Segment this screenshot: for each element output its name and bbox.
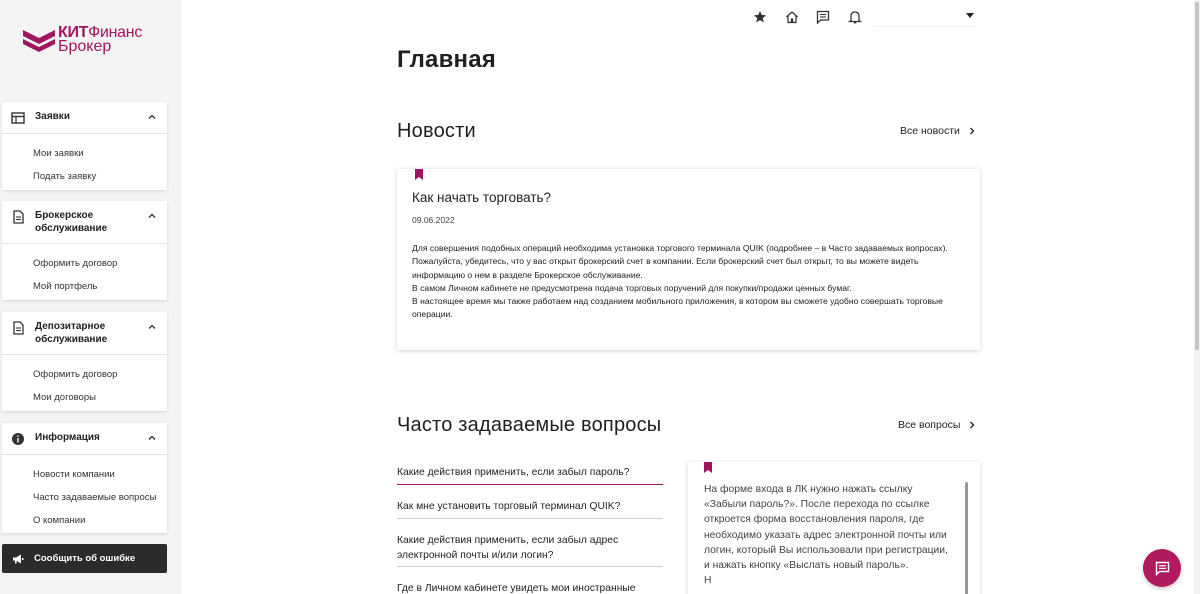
sidebar-group-title: Информация bbox=[35, 432, 100, 443]
sidebar-item-my-contracts[interactable]: Мои договоры bbox=[2, 386, 167, 409]
report-error-button[interactable]: Сообщить об ошибке bbox=[2, 544, 167, 573]
table-icon bbox=[11, 112, 25, 124]
sidebar-group-header-requests[interactable]: Заявки bbox=[2, 102, 167, 134]
page-title: Главная bbox=[397, 46, 497, 73]
all-news-link[interactable]: Все новости bbox=[900, 125, 976, 137]
star-icon[interactable] bbox=[753, 10, 767, 24]
brand-logo[interactable]: КИТФинанс Брокер bbox=[22, 22, 152, 58]
sidebar-group-requests: Заявки Мои заявки Подать заявку bbox=[2, 102, 167, 190]
account-select[interactable] bbox=[874, 7, 976, 27]
page-scrollbar-track[interactable] bbox=[1194, 0, 1200, 594]
news-heading: Новости bbox=[397, 120, 476, 142]
bell-icon[interactable] bbox=[848, 10, 862, 24]
chat-icon[interactable] bbox=[816, 10, 830, 24]
faq-question-forgot-email[interactable]: Какие действия применить, если забыл адр… bbox=[397, 534, 663, 567]
news-card[interactable]: Как начать торговать? 09.06.2022 Для сов… bbox=[397, 169, 980, 350]
faq-answer-tail: Н bbox=[704, 575, 712, 587]
home-icon[interactable] bbox=[785, 10, 799, 24]
faq-question-forgot-password[interactable]: Какие действия применить, если забыл пар… bbox=[397, 466, 663, 485]
chevron-up-icon[interactable] bbox=[147, 322, 157, 332]
support-chat-button[interactable] bbox=[1143, 549, 1181, 587]
chevron-up-icon[interactable] bbox=[147, 433, 157, 443]
faq-answer-text: На форме входа в ЛК нужно нажать ссылку … bbox=[704, 482, 954, 588]
logo-mark-icon bbox=[23, 30, 55, 52]
all-news-label: Все новости bbox=[900, 125, 960, 137]
sidebar-item-company-news[interactable]: Новости компании bbox=[2, 463, 167, 486]
sidebar-item-submit-request[interactable]: Подать заявку bbox=[2, 165, 167, 188]
report-error-label: Сообщить об ошибке bbox=[34, 553, 136, 564]
sidebar-item-my-portfolio[interactable]: Мой портфель bbox=[2, 275, 167, 298]
page-scrollbar-thumb[interactable] bbox=[1195, 2, 1199, 350]
sidebar-item-depository-contract[interactable]: Оформить договор bbox=[2, 363, 167, 386]
sidebar-group-title: Брокерское обслуживание bbox=[35, 210, 108, 234]
all-questions-label: Все вопросы bbox=[898, 419, 961, 431]
news-paragraph: В настоящее время мы также работаем над … bbox=[412, 296, 943, 320]
info-icon bbox=[12, 433, 24, 445]
chevron-up-icon[interactable] bbox=[147, 211, 157, 221]
chevron-up-icon[interactable] bbox=[147, 112, 157, 122]
news-paragraph: Для совершения подобных операций необход… bbox=[412, 243, 948, 253]
all-questions-link[interactable]: Все вопросы bbox=[898, 419, 976, 431]
chevron-right-icon bbox=[970, 421, 975, 429]
faq-answer-body: На форме входа в ЛК нужно нажать ссылку … bbox=[704, 484, 948, 572]
faq-heading: Часто задаваемые вопросы bbox=[397, 414, 662, 436]
sidebar-item-faq[interactable]: Часто задаваемые вопросы bbox=[2, 486, 167, 509]
sidebar-group-header-depository[interactable]: Депозитарное обслуживание bbox=[2, 312, 167, 355]
sidebar-group-information: Информация Новости компании Часто задава… bbox=[2, 423, 167, 533]
sidebar-item-my-requests[interactable]: Мои заявки bbox=[2, 142, 167, 165]
document-icon bbox=[13, 210, 24, 224]
caret-down-icon bbox=[966, 13, 974, 18]
sidebar-group-title: Заявки bbox=[35, 111, 70, 122]
document-icon bbox=[13, 321, 24, 335]
sidebar-item-brokerage-contract[interactable]: Оформить договор bbox=[2, 252, 167, 275]
sidebar-group-header-brokerage[interactable]: Брокерское обслуживание bbox=[2, 201, 167, 244]
faq-question-install-quik[interactable]: Как мне установить торговый терминал QUI… bbox=[397, 500, 663, 519]
chat-icon bbox=[1155, 561, 1169, 576]
sidebar-item-about[interactable]: О компании bbox=[2, 509, 167, 532]
sidebar: КИТФинанс Брокер Заявки Мои заявки Подат… bbox=[0, 0, 182, 594]
chevron-right-icon bbox=[969, 127, 975, 135]
faq-question-foreign[interactable]: Где в Личном кабинете увидеть мои иностр… bbox=[397, 582, 663, 594]
sidebar-group-brokerage: Брокерское обслуживание Оформить договор… bbox=[2, 201, 167, 300]
sidebar-group-title: Депозитарное обслуживание bbox=[35, 321, 108, 345]
news-paragraph: В самом Личном кабинете не предусмотрена… bbox=[412, 282, 852, 293]
sidebar-group-depository: Депозитарное обслуживание Оформить догов… bbox=[2, 312, 167, 411]
news-paragraph: Пожалуйста, убедитесь, что у вас открыт … bbox=[412, 256, 919, 280]
news-body: Для совершения подобных операций необход… bbox=[412, 242, 972, 322]
news-title: Как начать торговать? bbox=[412, 190, 552, 205]
sidebar-group-header-information[interactable]: Информация bbox=[2, 423, 167, 455]
bookmark-icon bbox=[704, 462, 712, 473]
faq-answer-scrollbar[interactable] bbox=[965, 482, 968, 594]
bookmark-icon bbox=[415, 169, 423, 180]
faq-answer-card: На форме входа в ЛК нужно нажать ссылку … bbox=[688, 462, 980, 594]
news-date: 09.06.2022 bbox=[412, 215, 455, 225]
brand-name-sub: Брокер bbox=[58, 38, 112, 55]
megaphone-icon bbox=[13, 554, 24, 563]
